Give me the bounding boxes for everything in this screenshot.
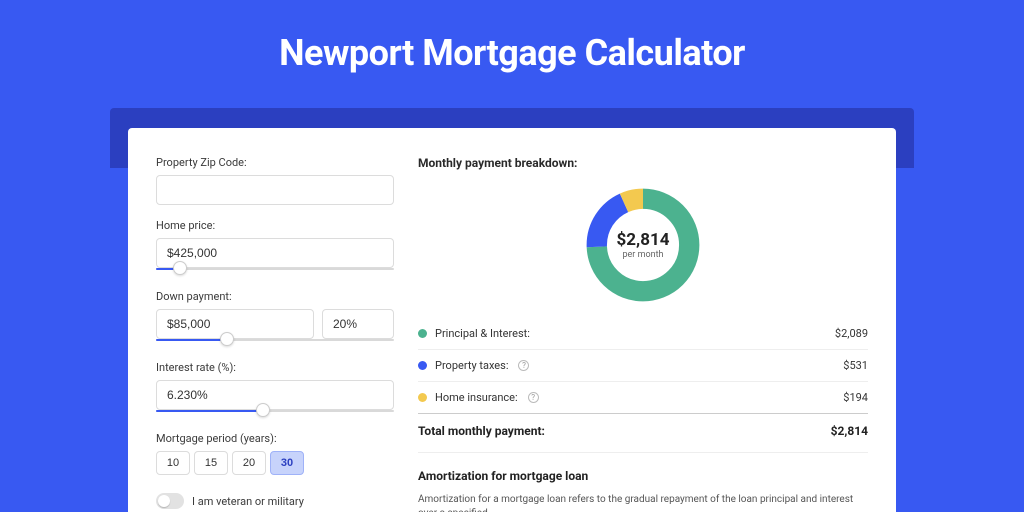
total-row: Total monthly payment: $2,814 [418, 414, 868, 452]
legend-label: Property taxes: [435, 359, 508, 372]
down-payment-percent-input[interactable] [322, 309, 394, 339]
amortization-title: Amortization for mortgage loan [418, 469, 868, 483]
donut-center-sub: per month [622, 250, 663, 260]
zip-label: Property Zip Code: [156, 156, 394, 169]
legend: Principal & Interest: $2,089 Property taxe… [418, 318, 868, 414]
donut-chart: $2,814 per month [582, 184, 704, 306]
home-price-input[interactable] [156, 238, 394, 268]
period-label: Mortgage period (years): [156, 432, 394, 445]
legend-label: Home insurance: [435, 391, 518, 404]
interest-rate-slider[interactable] [156, 408, 394, 418]
legend-value: $2,089 [835, 327, 868, 340]
home-price-slider[interactable] [156, 266, 394, 276]
period-field: Mortgage period (years): 10152030 [156, 432, 394, 475]
zip-field: Property Zip Code: [156, 156, 394, 205]
period-options: 10152030 [156, 451, 394, 475]
period-button-15[interactable]: 15 [194, 451, 228, 475]
interest-rate-label: Interest rate (%): [156, 361, 394, 374]
calculator-panel: Property Zip Code: Home price: Down paym… [128, 128, 896, 512]
total-value: $2,814 [831, 424, 868, 438]
amortization-block: Amortization for mortgage loan Amortizat… [418, 452, 868, 512]
period-button-10[interactable]: 10 [156, 451, 190, 475]
amortization-text: Amortization for a mortgage loan refers … [418, 493, 868, 512]
veteran-label: I am veteran or military [192, 495, 304, 508]
home-price-label: Home price: [156, 219, 394, 232]
legend-dot [418, 329, 427, 338]
donut-center-value: $2,814 [617, 230, 670, 250]
down-payment-label: Down payment: [156, 290, 394, 303]
down-payment-slider[interactable] [156, 337, 394, 347]
page-title: Newport Mortgage Calculator [0, 0, 1024, 74]
interest-rate-input[interactable] [156, 380, 394, 410]
breakdown-title: Monthly payment breakdown: [418, 156, 868, 170]
legend-value: $531 [843, 359, 868, 372]
donut-chart-wrap: $2,814 per month [418, 178, 868, 318]
veteran-toggle[interactable] [156, 493, 184, 509]
veteran-row: I am veteran or military [156, 493, 394, 509]
total-label: Total monthly payment: [418, 424, 545, 438]
legend-value: $194 [843, 391, 868, 404]
info-icon[interactable]: ? [528, 392, 539, 403]
period-button-30[interactable]: 30 [270, 451, 304, 475]
legend-row: Principal & Interest: $2,089 [418, 318, 868, 350]
down-payment-amount-input[interactable] [156, 309, 314, 339]
form-column: Property Zip Code: Home price: Down paym… [156, 156, 394, 512]
down-payment-field: Down payment: [156, 290, 394, 347]
legend-row: Property taxes:? $531 [418, 350, 868, 382]
home-price-field: Home price: [156, 219, 394, 276]
interest-rate-field: Interest rate (%): [156, 361, 394, 418]
legend-dot [418, 393, 427, 402]
legend-row: Home insurance:? $194 [418, 382, 868, 414]
info-icon[interactable]: ? [518, 360, 529, 371]
legend-dot [418, 361, 427, 370]
period-button-20[interactable]: 20 [232, 451, 266, 475]
breakdown-column: Monthly payment breakdown: $2,814 per mo… [418, 156, 868, 512]
legend-label: Principal & Interest: [435, 327, 530, 340]
zip-input[interactable] [156, 175, 394, 205]
